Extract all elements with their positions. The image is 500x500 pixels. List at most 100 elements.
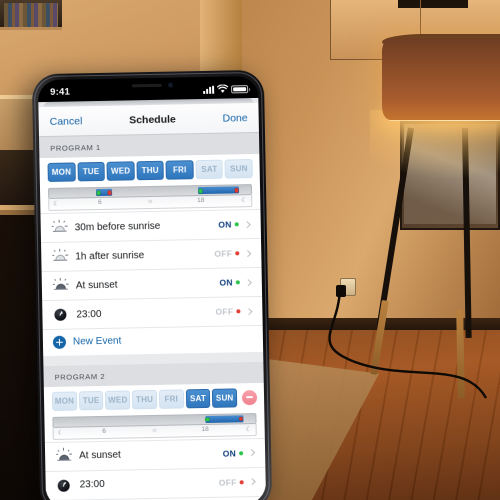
timeline-on-period[interactable] [96, 188, 112, 197]
remove-circle-icon[interactable] [241, 389, 258, 405]
event-label: 23:00 [79, 478, 105, 491]
day-toggle-mon[interactable]: MON [47, 162, 76, 182]
sun-icon: ☼ [151, 426, 158, 434]
event-label: 23:00 [76, 308, 102, 320]
event-row[interactable]: 23:00 OFF [42, 295, 263, 330]
timeline-end-handle[interactable] [234, 188, 239, 192]
chevron-right-icon[interactable] [244, 278, 252, 286]
event-label: 30m before sunrise [74, 220, 161, 233]
program-section: PROGRAM 1 MON TUE WED THU FRI SAT SUN ☾ 6 ☼ 18 ☾ 30m … [39, 132, 264, 356]
new-event-label: New Event [72, 335, 122, 348]
day-toggle-thu[interactable]: THU [132, 389, 158, 409]
event-label: 1h after sunrise [75, 249, 145, 262]
event-state-label: ON [218, 219, 232, 230]
day-toggle-sun[interactable]: SUN [212, 387, 238, 408]
status-dot [239, 479, 244, 484]
front-camera-icon [167, 82, 174, 88]
day-toggle-fri[interactable]: FRI [165, 160, 194, 180]
timeline-tick-18: 18 [197, 196, 205, 205]
status-dot [234, 222, 239, 227]
schedule-app: Cancel Schedule Done PROGRAM 1 MON TUE WED T… [38, 97, 267, 500]
event-row[interactable]: At sunset ON [44, 437, 266, 471]
timeline-tick-6: 6 [102, 427, 107, 435]
program-section: PROGRAM 2 MON TUE WED THU FRI SAT SUN ☾ 6 ☼ 18 ☾ At s… [43, 361, 267, 500]
sunrise-icon [51, 248, 68, 265]
timeline-on-period[interactable] [198, 186, 239, 195]
day-toggle-sat[interactable]: SAT [185, 388, 211, 408]
event-row[interactable]: 23:00 OFF [45, 466, 266, 500]
schedule-content[interactable]: PROGRAM 1 MON TUE WED THU FRI SAT SUN ☾ 6 ☼ 18 ☾ 30m … [39, 132, 267, 500]
event-state-label: OFF [215, 306, 234, 317]
sunrise-icon [51, 219, 68, 236]
event-label: At sunset [79, 449, 121, 462]
chevron-right-icon[interactable] [244, 249, 252, 257]
chevron-right-icon[interactable] [245, 307, 253, 315]
done-button[interactable]: Done [222, 112, 247, 124]
plus-circle-icon [52, 335, 67, 349]
day-toggle-sun[interactable]: SUN [224, 159, 253, 179]
moon-icon: ☾ [53, 200, 60, 208]
chevron-right-icon[interactable] [248, 449, 256, 457]
page-title: Schedule [129, 113, 176, 126]
new-event-button[interactable]: New Event [42, 324, 264, 356]
status-dot [236, 309, 241, 314]
moon-icon: ☾ [57, 429, 64, 437]
phone-screen: 9:41 Cancel Schedule Done PROGRAM 1 MON … [37, 75, 267, 500]
timeline-end-handle[interactable] [239, 416, 243, 421]
timeline-on-period[interactable] [204, 414, 244, 423]
moon-icon: ☾ [245, 425, 252, 433]
program-card: MON TUE WED THU FRI SAT SUN ☾ 6 ☼ 18 ☾ 30m before su… [39, 153, 264, 356]
power-cord [328, 290, 488, 399]
status-dot [235, 251, 240, 256]
clock-icon [56, 477, 73, 494]
navigation-bar: Cancel Schedule Done [38, 102, 259, 138]
clock-icon [52, 306, 69, 323]
wifi-icon [217, 84, 229, 93]
day-toggle-thu[interactable]: THU [136, 160, 165, 181]
clock-icon [57, 479, 70, 492]
status-bar-time: 9:41 [50, 86, 71, 98]
status-dot [239, 450, 244, 455]
day-toggle-fri[interactable]: FRI [158, 388, 184, 409]
clock-icon [54, 308, 67, 321]
event-state-label: ON [222, 447, 237, 459]
timeline-tick-6: 6 [97, 198, 102, 207]
status-bar-indicators [203, 84, 249, 94]
event-state-label: OFF [214, 248, 233, 259]
upper-cabinet-shadow [398, 0, 468, 8]
event-state-label: OFF [218, 476, 237, 488]
battery-icon [231, 84, 249, 93]
day-toggle-tue[interactable]: TUE [77, 161, 106, 182]
sunset-icon [55, 448, 72, 465]
timeline-end-handle[interactable] [107, 190, 112, 195]
chevron-right-icon[interactable] [248, 478, 256, 486]
event-row[interactable]: At sunset ON [41, 266, 263, 301]
status-dot [235, 280, 240, 285]
timeline-start-handle[interactable] [205, 417, 209, 421]
cancel-button[interactable]: Cancel [50, 115, 83, 128]
event-row[interactable]: 30m before sunrise ON [40, 208, 261, 243]
day-toggle-sat[interactable]: SAT [195, 159, 224, 180]
lamp-shade [382, 38, 500, 120]
program-card: MON TUE WED THU FRI SAT SUN ☾ 6 ☼ 18 ☾ At sunset ON 23… [43, 382, 267, 500]
event-row[interactable]: 1h after sunrise OFF [41, 237, 262, 272]
day-selector[interactable]: MON TUE WED THU FRI SAT SUN [39, 153, 260, 188]
moon-icon: ☾ [241, 197, 248, 205]
timeline-start-handle[interactable] [97, 190, 101, 195]
chevron-right-icon[interactable] [243, 220, 251, 228]
timeline-tick-18: 18 [201, 425, 209, 433]
earpiece-speaker-icon [131, 83, 162, 88]
day-toggle-tue[interactable]: TUE [78, 390, 104, 410]
sun-icon: ☼ [146, 197, 154, 206]
event-state-label: ON [219, 277, 233, 288]
event-label: At sunset [75, 279, 118, 291]
phone-chassis: 9:41 Cancel Schedule Done PROGRAM 1 MON … [31, 69, 273, 500]
cellular-bars-icon [203, 85, 215, 94]
phone-notch [101, 77, 195, 96]
timeline-start-handle[interactable] [199, 189, 203, 193]
day-toggle-mon[interactable]: MON [51, 390, 77, 411]
day-toggle-wed[interactable]: WED [106, 161, 135, 181]
smartphone: 9:41 Cancel Schedule Done PROGRAM 1 MON … [31, 69, 273, 500]
day-selector[interactable]: MON TUE WED THU FRI SAT SUN [43, 382, 265, 416]
day-toggle-wed[interactable]: WED [105, 389, 131, 410]
